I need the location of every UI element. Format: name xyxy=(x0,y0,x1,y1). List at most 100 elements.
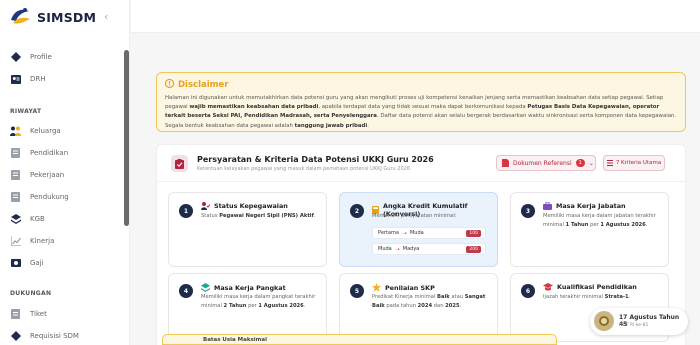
id-card-icon xyxy=(10,74,21,85)
sidebar-item-label: Pekerjaan xyxy=(30,171,65,179)
requirements-title: Persyaratan & Kriteria Data Potensi UKKJ… xyxy=(197,155,434,164)
disclaimer-text: Halaman ini digunakan untuk memutakhirka… xyxy=(165,95,677,129)
arrow-right-icon: ➝ xyxy=(401,229,407,237)
criterion-number: 6 xyxy=(521,284,535,298)
criterion-card-4: 4 Masa Kerja Pangkat Memiliki masa kerja… xyxy=(168,273,327,342)
badge-subtitle: HUT RI ke-81 xyxy=(619,323,649,328)
money-icon xyxy=(10,258,21,269)
credit-value: 100 xyxy=(466,229,481,237)
chart-icon xyxy=(10,236,21,247)
brand[interactable]: SIMSDM xyxy=(8,4,118,30)
section-riwayat: RIWAYAT xyxy=(10,108,42,115)
sidebar-item-label: Tiket xyxy=(30,310,47,318)
rank-to: Muda xyxy=(409,230,424,236)
criterion-title: Masa Kerja Jabatan xyxy=(556,202,626,210)
criterion-description: Predikat Kinerja minimal Baik atau Sanga… xyxy=(372,294,486,309)
credit-row: Pertama ➝ Muda 100 xyxy=(372,227,486,239)
main-content: Disclaimer Halaman ini digunakan untuk m… xyxy=(131,0,700,345)
sidebar-item-pendukung[interactable]: Pendukung xyxy=(10,189,69,205)
sidebar: SIMSDM ‹ Profile DRH RIWAYAT Keluarga Pe… xyxy=(0,0,130,345)
arrow-right-icon: ➝ xyxy=(394,245,400,253)
sidebar-item-pekerjaan[interactable]: Pekerjaan xyxy=(10,167,64,183)
pdf-icon xyxy=(502,159,509,167)
criterion-card-1: 1 Status Kepegawaian Status Pegawai Nege… xyxy=(168,192,327,267)
criterion-description: Ijazah terakhir minimal Strata-1. xyxy=(543,294,631,300)
diamond-icon xyxy=(10,331,21,342)
sidebar-item-label: Pendukung xyxy=(30,193,69,201)
ticket-icon xyxy=(10,309,21,320)
sidebar-item-kinerja[interactable]: Kinerja xyxy=(10,233,54,249)
disclaimer-title: Disclaimer xyxy=(178,80,229,90)
criterion-title: Penilaian SKP xyxy=(385,283,435,292)
star-icon xyxy=(372,283,381,292)
top-bar xyxy=(131,0,700,33)
criterion-title: Batas Usia Maksimal xyxy=(203,337,268,343)
requirements-subtitle: Ketentuan kelayakan pegawai yang masuk d… xyxy=(197,166,411,172)
family-icon xyxy=(10,126,21,137)
chevron-down-icon: ⌄ xyxy=(588,159,594,167)
sidebar-item-keluarga[interactable]: Keluarga xyxy=(10,123,61,139)
reference-count-badge: 1 xyxy=(575,159,585,167)
sidebar-scrollbar[interactable] xyxy=(124,40,129,345)
criterion-description: Status Pegawai Negeri Sipil (PNS) Aktif. xyxy=(201,213,316,219)
reference-documents-button[interactable]: Dokumen Referensi 1 ⌄ xyxy=(496,155,596,171)
criterion-card-2: 2 Angka Kredit Kumulatif (Konversi) Meme… xyxy=(339,192,498,267)
document-icon xyxy=(10,148,21,159)
criterion-title: Kualifikasi Pendidikan xyxy=(557,283,637,291)
app-name: SIMSDM xyxy=(37,9,97,25)
criterion-number: 4 xyxy=(179,284,193,298)
criterion-description: Memenuhi persyaratan minimal: xyxy=(372,213,457,219)
criterion-card-3: 3 Masa Kerja Jabatan Memiliki masa kerja… xyxy=(510,192,669,267)
criterion-card-7: Batas Usia Maksimal xyxy=(162,334,557,345)
document-icon xyxy=(10,170,21,181)
sidebar-item-drh[interactable]: DRH xyxy=(10,71,46,87)
emblem-icon xyxy=(594,311,614,331)
layers-icon xyxy=(201,283,210,292)
disclaimer-box: Disclaimer Halaman ini digunakan untuk m… xyxy=(156,72,686,132)
briefcase-icon xyxy=(543,202,552,210)
anniversary-badge[interactable]: 17 Agustus Tahun 45 HUT RI ke-81 xyxy=(590,308,688,335)
user-check-icon xyxy=(201,202,210,210)
collapse-sidebar-icon[interactable]: ‹ xyxy=(104,10,108,23)
rank-from: Muda xyxy=(378,246,392,252)
criterion-number: 3 xyxy=(521,204,535,218)
rank-to: Madya xyxy=(402,246,420,252)
layers-icon xyxy=(10,214,21,225)
criterion-number: 2 xyxy=(350,204,364,218)
graduation-cap-icon xyxy=(543,283,553,291)
warning-icon xyxy=(164,78,175,91)
criterion-description: Memiliki masa kerja dalam jabatan terakh… xyxy=(543,213,656,228)
rank-from: Pertama xyxy=(378,230,399,236)
sidebar-item-label: Kinerja xyxy=(30,237,55,245)
sidebar-item-label: Keluarga xyxy=(30,127,61,135)
reference-documents-label: Dokumen Referensi xyxy=(513,159,572,167)
credit-row: Muda ➝ Madya 200 xyxy=(372,243,486,255)
sidebar-item-label: KGB xyxy=(30,215,45,223)
sidebar-item-requisisi-sdm[interactable]: Requisisi SDM xyxy=(10,328,79,344)
criterion-number: 5 xyxy=(350,284,364,298)
diamond-icon xyxy=(10,52,21,63)
criterion-description: Memiliki masa kerja dalam pangkat terakh… xyxy=(201,294,316,309)
list-icon xyxy=(606,160,613,166)
sidebar-item-tiket[interactable]: Tiket xyxy=(10,306,47,322)
criterion-number: 1 xyxy=(179,204,193,218)
sidebar-item-kgb[interactable]: KGB xyxy=(10,211,45,227)
sidebar-item-pendidikan[interactable]: Pendidikan xyxy=(10,145,68,161)
clipboard-check-icon xyxy=(171,155,188,172)
document-icon xyxy=(10,192,21,203)
criteria-count-label: 7 Kriteria Utama xyxy=(615,160,662,166)
logo-icon xyxy=(8,6,32,28)
sidebar-item-label: Profile xyxy=(30,53,52,61)
sidebar-item-label: Gaji xyxy=(30,259,44,267)
sidebar-item-gaji[interactable]: Gaji xyxy=(10,255,44,271)
criterion-title: Masa Kerja Pangkat xyxy=(214,283,286,292)
sidebar-item-label: Requisisi SDM xyxy=(30,332,79,340)
section-dukungan: DUKUNGAN xyxy=(10,290,52,297)
criterion-title: Status Kepegawaian xyxy=(214,202,288,210)
criterion-card-5: 5 Penilaian SKP Predikat Kinerja minimal… xyxy=(339,273,498,342)
criteria-count-button[interactable]: 7 Kriteria Utama xyxy=(603,155,665,171)
sidebar-item-profile[interactable]: Profile xyxy=(10,49,52,65)
credit-value: 200 xyxy=(466,245,481,253)
sidebar-item-label: Pendidikan xyxy=(30,149,69,157)
sidebar-item-label: DRH xyxy=(30,75,46,83)
